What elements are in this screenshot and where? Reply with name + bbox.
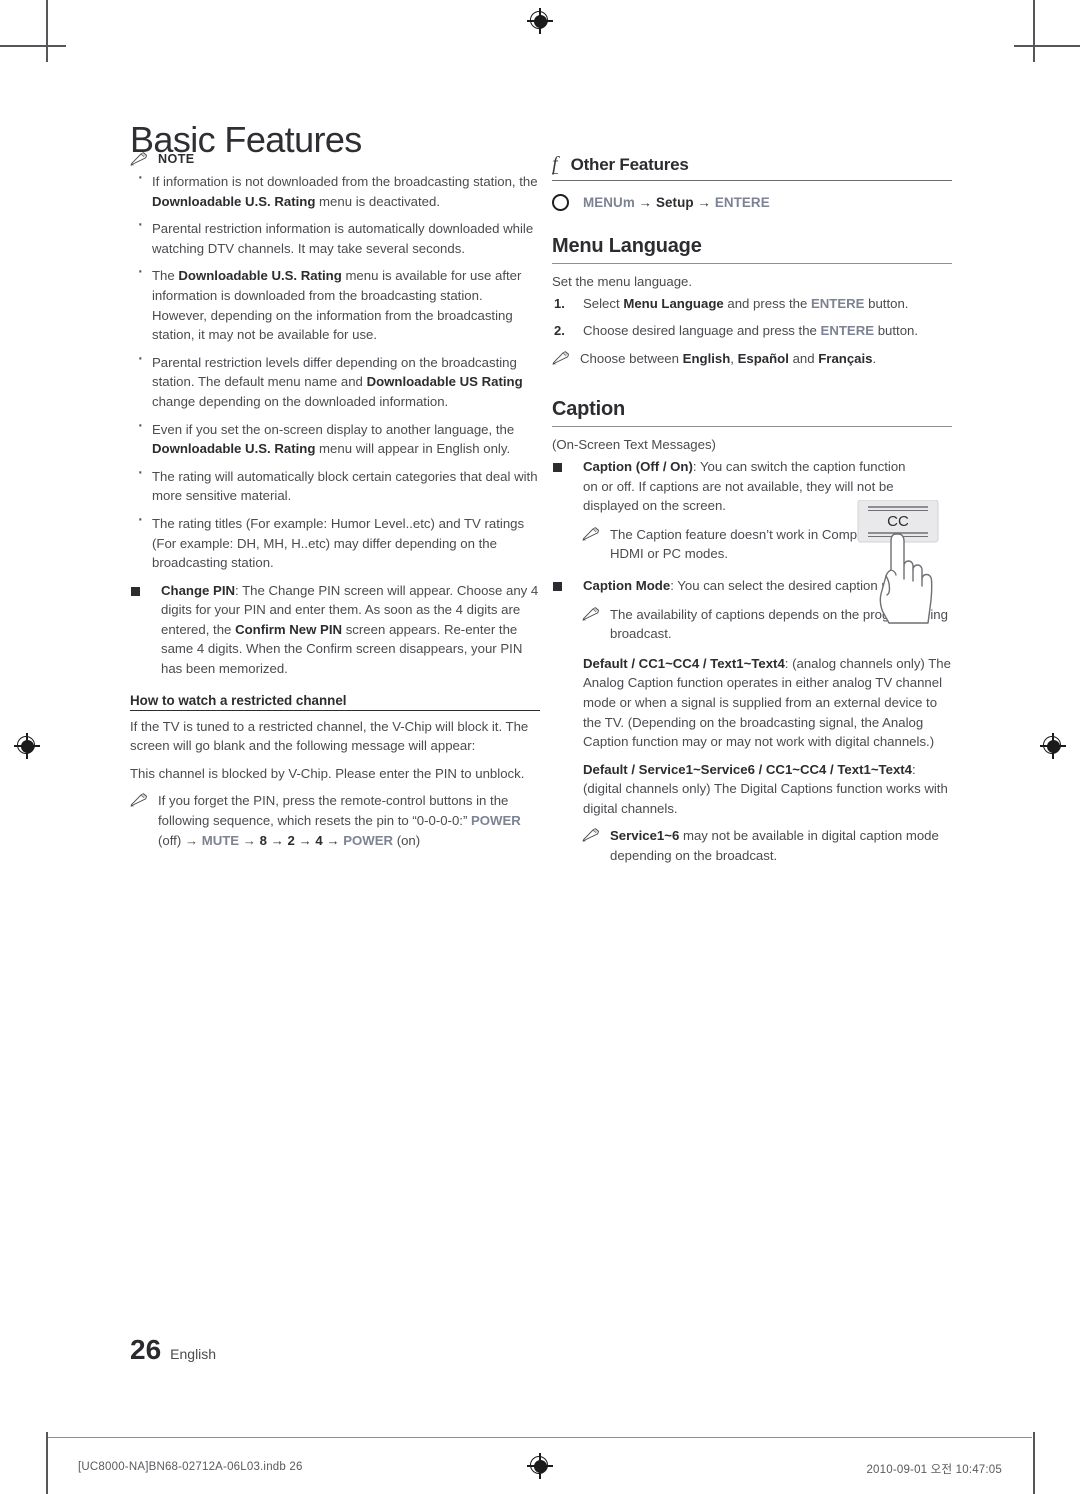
text-run: Confirm New PIN: [235, 621, 343, 637]
pencil-icon: [130, 793, 149, 808]
text-run: Service1~6: [610, 828, 680, 844]
page-number: 26: [130, 1334, 162, 1365]
text-run: POWER: [471, 813, 521, 829]
note-bullet: The rating will automatically block cert…: [130, 463, 540, 506]
note-bullet: If information is not downloaded from th…: [130, 168, 540, 211]
text-run: →: [266, 832, 288, 848]
footer-file-info: [UC8000-NA]BN68-02712A-06L03.indb 26: [78, 1461, 303, 1473]
text-run: Français: [818, 350, 873, 366]
menu-path: MENUm → Setup → ENTERE: [552, 194, 952, 211]
pencil-icon: [582, 527, 601, 541]
menu-language-steps: Select Menu Language and press the ENTER…: [552, 294, 952, 341]
right-column: f Other Features MENUm → Setup → ENTERE …: [552, 153, 952, 874]
registration-mark-bottom: [527, 1453, 553, 1479]
menu-language-note: Choose between English, Español and Fran…: [552, 349, 952, 369]
note-bullet: Parental restriction information is auto…: [130, 215, 540, 258]
other-features-title: Other Features: [570, 155, 689, 174]
text-run: ENTERE: [810, 295, 865, 311]
pencil-icon: [552, 351, 571, 365]
text-run: POWER: [343, 832, 394, 848]
menu-language-heading: Menu Language: [552, 235, 952, 264]
restricted-note-text: If you forget the PIN, press the remote-…: [158, 793, 521, 848]
page-language-label: English: [170, 1346, 217, 1362]
text-run: MUTE: [201, 832, 240, 848]
manual-page: Basic Features NOTE If information is no…: [0, 0, 1080, 1494]
text-run: 8: [259, 832, 267, 848]
menu-language-intro: Set the menu language.: [552, 274, 693, 289]
text-run: Default / Service1~Service6 / CC1~CC4 / …: [583, 761, 913, 777]
text-run: →: [294, 832, 316, 848]
pencil-icon: [130, 152, 149, 166]
text-run: Downloadable U.S. Rating: [152, 193, 316, 209]
digital-caption-paragraph: Default / Service1~Service6 / CC1~CC4 / …: [583, 761, 948, 816]
menu-language-step: Choose desired language and press the EN…: [554, 321, 919, 340]
text-run: Change PIN: [161, 582, 236, 598]
text-run: Downloadable US Rating: [366, 374, 523, 390]
menu-path-text: MENUm → Setup → ENTERE: [583, 195, 770, 210]
restricted-channel-heading: How to watch a restricted channel: [130, 693, 540, 711]
circle-icon: [552, 194, 569, 211]
menu-language-note-text: Choose between English, Español and Fran…: [580, 350, 877, 366]
page-number-block: 26 English: [130, 1334, 216, 1366]
caption-onoff-note-text: The Caption feature doesn’t work in Comp…: [610, 526, 894, 562]
text-run: Downloadable U.S. Rating: [178, 268, 342, 284]
text-run: ENTERE: [820, 323, 875, 339]
text-run: Español: [737, 350, 789, 366]
restricted-note: If you forget the PIN, press the remote-…: [130, 791, 540, 850]
cc-remote-button-illustration: CC: [856, 499, 952, 628]
note-bullet: Even if you set the on-screen display to…: [130, 416, 540, 459]
change-pin-text: Change PIN: The Change PIN screen will a…: [161, 582, 539, 677]
pencil-icon: [582, 606, 601, 621]
function-glyph-icon: f: [552, 153, 558, 175]
note-bullet: Parental restriction levels differ depen…: [130, 349, 540, 412]
note-bullet: The Downloadable U.S. Rating menu is ava…: [130, 262, 540, 344]
footer-timestamp: 2010-09-01 오전 10:47:05: [866, 1464, 1002, 1476]
caption-onoff-item: Caption (Off / On): You can switch the c…: [552, 457, 908, 516]
restricted-para-1: If the TV is tuned to a restricted chann…: [130, 718, 529, 754]
text-run: Menu Language: [623, 295, 724, 311]
text-run: MENUm: [583, 195, 635, 210]
caption-subtitle: (On-Screen Text Messages): [552, 437, 716, 453]
menu-language-step: Select Menu Language and press the ENTER…: [554, 294, 909, 313]
cc-button-label: CC: [887, 513, 909, 530]
note-bullet: The rating titles (For example: Humor Le…: [130, 510, 540, 573]
note-header: NOTE: [130, 152, 540, 166]
restricted-para-2: This channel is blocked by V-Chip. Pleas…: [130, 765, 525, 781]
text-run: Caption (Off / On): [583, 458, 693, 474]
text-run: ENTERE: [714, 195, 770, 210]
note-label: NOTE: [158, 152, 195, 166]
text-run: 2: [287, 832, 295, 848]
change-pin-item: Change PIN: The Change PIN screen will a…: [130, 581, 540, 679]
caption-heading: Caption: [552, 398, 952, 428]
text-run: 4: [315, 832, 323, 848]
digital-caption-note-text: Service1~6 may not be available in digit…: [610, 828, 939, 864]
text-run: →: [322, 832, 344, 848]
text-run: Downloadable U.S. Rating: [152, 441, 316, 457]
text-run: Caption Mode: [583, 577, 671, 593]
left-column: NOTE If information is not downloaded fr…: [130, 152, 540, 858]
text-run: English: [682, 350, 731, 366]
analog-caption-paragraph: Default / CC1~CC4 / Text1~Text4: (analog…: [583, 655, 951, 750]
text-run: Default / CC1~CC4 / Text1~Text4: [583, 655, 785, 671]
note-bullet-list: If information is not downloaded from th…: [130, 168, 540, 573]
digital-caption-note: Service1~6 may not be available in digit…: [582, 826, 952, 865]
other-features-header: f Other Features: [552, 153, 952, 181]
footer-divider: [48, 1437, 1032, 1438]
pencil-icon: [582, 828, 601, 843]
